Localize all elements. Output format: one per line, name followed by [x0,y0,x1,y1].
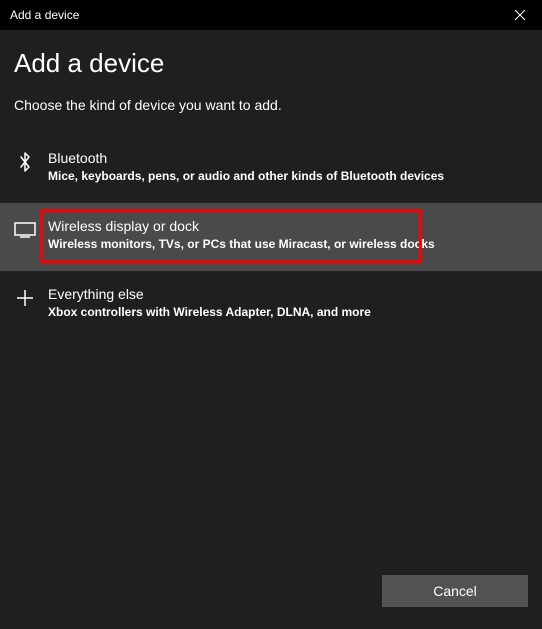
close-button[interactable] [497,0,542,30]
cancel-button[interactable]: Cancel [382,575,528,607]
option-title: Bluetooth [48,149,528,167]
page-title: Add a device [14,48,528,79]
option-text: Bluetooth Mice, keyboards, pens, or audi… [48,149,528,185]
window-title: Add a device [10,8,79,22]
option-wireless-display[interactable]: Wireless display or dock Wireless monito… [0,203,542,271]
option-desc: Xbox controllers with Wireless Adapter, … [48,304,528,321]
option-bluetooth[interactable]: Bluetooth Mice, keyboards, pens, or audi… [0,135,542,203]
option-desc: Wireless monitors, TVs, or PCs that use … [48,236,528,253]
footer: Cancel [0,567,542,629]
option-text: Wireless display or dock Wireless monito… [48,217,528,253]
device-options: Bluetooth Mice, keyboards, pens, or audi… [0,135,542,339]
titlebar: Add a device [0,0,542,30]
plus-icon [14,287,36,309]
option-everything-else[interactable]: Everything else Xbox controllers with Wi… [0,271,542,339]
page-subtitle: Choose the kind of device you want to ad… [14,97,528,113]
bluetooth-icon [14,151,36,173]
option-title: Wireless display or dock [48,217,528,235]
option-text: Everything else Xbox controllers with Wi… [48,285,528,321]
close-icon [515,8,525,23]
option-desc: Mice, keyboards, pens, or audio and othe… [48,168,528,185]
content-area: Add a device Choose the kind of device y… [0,30,542,567]
display-icon [14,219,36,241]
option-title: Everything else [48,285,528,303]
